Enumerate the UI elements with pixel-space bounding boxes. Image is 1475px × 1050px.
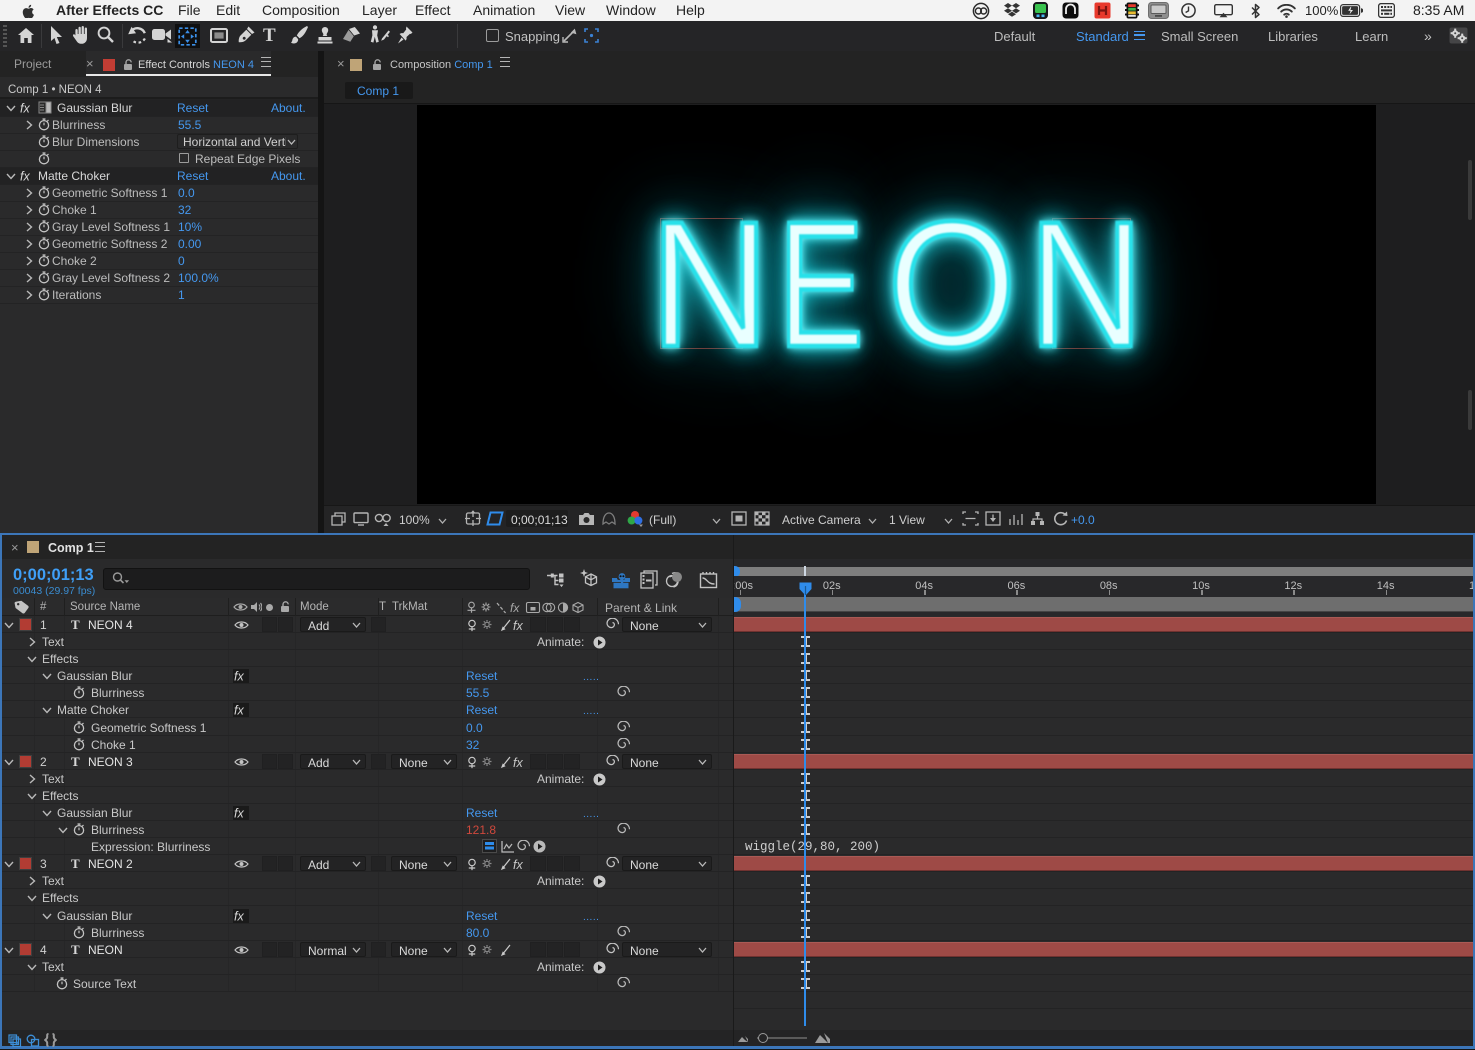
svg-text:fx: fx: [234, 807, 244, 821]
svg-text:fx: fx: [234, 670, 244, 684]
svg-text:fx: fx: [510, 601, 520, 614]
svg-text:fx: fx: [20, 102, 30, 116]
svg-text:fx: fx: [513, 619, 523, 632]
svg-text:fx: fx: [513, 858, 523, 871]
svg-text:fx: fx: [234, 910, 244, 924]
svg-text:fx: fx: [513, 756, 523, 769]
svg-text:fx: fx: [234, 704, 244, 718]
svg-text:fx: fx: [20, 170, 30, 184]
